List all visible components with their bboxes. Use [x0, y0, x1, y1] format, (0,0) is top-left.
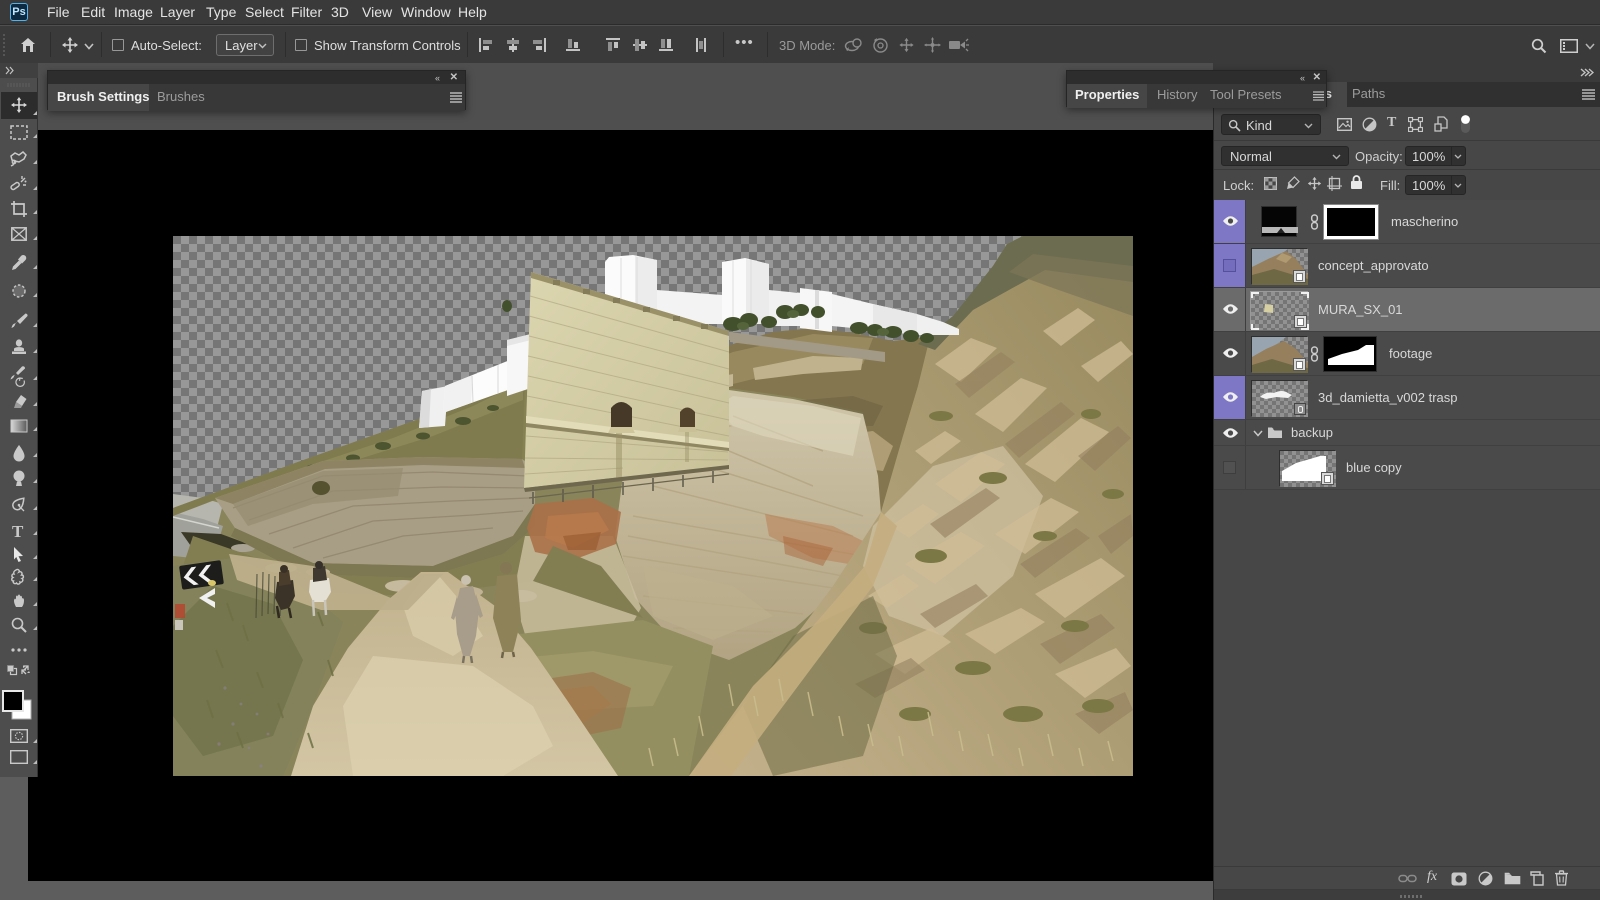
svg-text:T: T — [12, 522, 24, 541]
